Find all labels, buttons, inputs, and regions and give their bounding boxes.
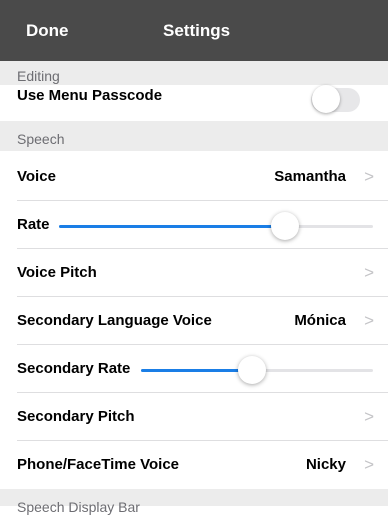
secondary-pitch-row[interactable]: Secondary Pitch > [0, 393, 388, 441]
rate-slider-thumb[interactable] [271, 212, 299, 240]
voice-pitch-row[interactable]: Voice Pitch > [0, 249, 388, 297]
secondary-rate-slider[interactable] [141, 356, 373, 384]
use-menu-passcode-toggle[interactable] [311, 85, 360, 113]
section-header-speech-display-bar: Speech Display Bar [0, 489, 388, 515]
rate-slider[interactable] [59, 212, 373, 240]
voice-row[interactable]: Voice Samantha > [0, 153, 388, 201]
rate-label: Rate [17, 216, 50, 233]
chevron-right-icon: > [364, 455, 374, 474]
secondary-rate-slider-thumb[interactable] [238, 356, 266, 384]
use-menu-passcode-label: Use Menu Passcode [17, 87, 163, 104]
voice-label: Voice [17, 168, 56, 185]
secondary-rate-row: Secondary Rate [0, 345, 388, 393]
secondary-language-voice-row[interactable]: Secondary Language Voice Mónica > [0, 297, 388, 345]
section-header-speech-label: Speech [17, 131, 65, 147]
secondary-language-voice-label: Secondary Language Voice [17, 312, 212, 329]
secondary-language-voice-value: Mónica [294, 312, 346, 329]
rate-row: Rate [0, 201, 388, 249]
section-header-speech: Speech [0, 121, 388, 151]
section-header-speech-display-bar-label: Speech Display Bar [17, 499, 140, 515]
phone-facetime-voice-value: Nicky [305, 456, 346, 473]
secondary-rate-slider-fill [141, 369, 252, 372]
phone-facetime-voice-label: Phone/FaceTime Voice [17, 456, 180, 473]
chevron-right-icon: > [364, 263, 374, 282]
navigation-bar: Done Settings [0, 0, 388, 61]
page-title: Settings [163, 21, 231, 40]
rate-slider-fill [59, 225, 285, 228]
chevron-right-icon: > [364, 407, 374, 426]
chevron-right-icon: > [364, 311, 374, 330]
done-button[interactable]: Done [26, 0, 69, 61]
chevron-right-icon: > [364, 167, 374, 186]
secondary-pitch-label: Secondary Pitch [17, 408, 135, 425]
voice-value: Samantha [274, 168, 346, 185]
phone-facetime-voice-row[interactable]: Phone/FaceTime Voice Nicky > [0, 441, 388, 489]
toggle-knob [312, 85, 340, 113]
voice-pitch-label: Voice Pitch [17, 264, 97, 281]
secondary-rate-label: Secondary Rate [17, 360, 131, 377]
